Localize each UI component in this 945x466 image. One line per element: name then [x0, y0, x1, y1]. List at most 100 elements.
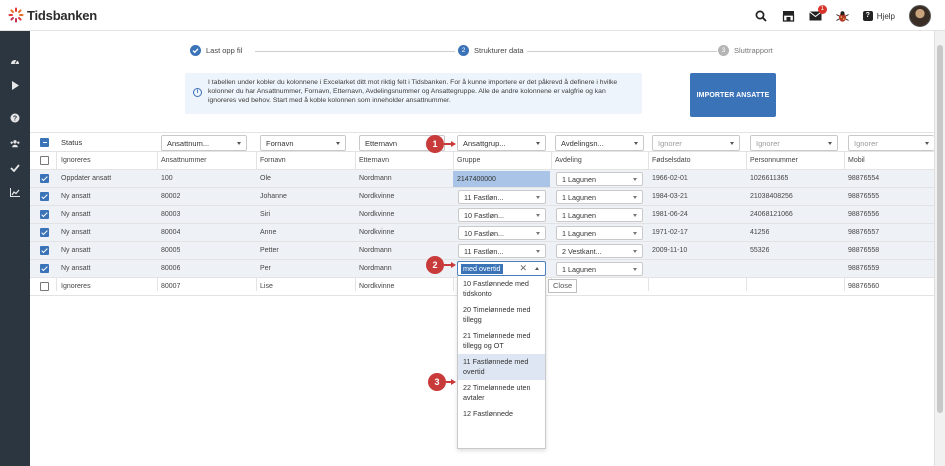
chevron-down-icon [633, 250, 637, 253]
help-circle-icon[interactable]: ? [10, 113, 20, 123]
group-select[interactable]: 11 Fastløn... [458, 244, 546, 258]
step-report[interactable]: 3 Sluttrapport [718, 45, 773, 56]
group-cell-highlight[interactable]: 2147400000 [453, 171, 550, 187]
chevron-down-icon [633, 196, 637, 199]
mail-icon[interactable]: 1 [808, 4, 827, 23]
table-row: Ny ansatt 80005 Petter Nordmann 11 Fastl… [30, 242, 934, 260]
table-cell: 98876557 [848, 229, 880, 236]
chevron-down-icon [634, 142, 638, 145]
map-select-birthdate[interactable]: Ignorer [652, 135, 740, 151]
table-cell: 80007 [161, 283, 181, 290]
chevron-up-icon[interactable] [535, 267, 539, 270]
info-text: I tabellen under kobler du kolonnene i E… [208, 79, 618, 104]
department-select[interactable]: 1 Lagunen [556, 226, 643, 240]
help-icon: ? [862, 11, 873, 21]
sidebar: ? [0, 31, 30, 466]
table-cell: 80004 [161, 229, 181, 236]
dashboard-icon[interactable] [10, 55, 20, 65]
group-select[interactable]: 11 Fastløn... [458, 190, 546, 204]
row-checkbox[interactable] [40, 206, 49, 223]
callout-marker-3: 3 [428, 373, 446, 391]
group-select[interactable]: 10 Fastløn... [458, 208, 546, 222]
table-cell: Nordmann [359, 175, 392, 182]
row-checkbox[interactable] [40, 242, 49, 259]
group-option[interactable]: 12 Fastlønnede [458, 406, 545, 422]
department-select[interactable]: 1 Lagunen [556, 190, 643, 204]
map-select-first-name[interactable]: Fornavn [260, 135, 346, 151]
stepper-line [255, 51, 455, 52]
department-select[interactable]: 1 Lagunen [556, 208, 643, 222]
row-checkbox[interactable] [40, 170, 49, 187]
row-checkbox[interactable] [40, 152, 49, 169]
map-select-department[interactable]: Avdelingsn... [555, 135, 644, 151]
table-cell: Mobil [848, 157, 865, 164]
group-select[interactable]: 10 Fastløn... [458, 226, 546, 240]
chevron-down-icon [633, 268, 637, 271]
group-option[interactable]: 21 Timelønnede med tillegg og OT [458, 328, 545, 354]
department-select[interactable]: 1 Lagunen [556, 172, 643, 186]
table-cell: Ny ansatt [61, 247, 91, 254]
top-bar: Tidsbanken 1 ? Hjelp [0, 0, 945, 31]
table-cell: Lise [260, 283, 273, 290]
table-row: Ny ansatt 80003 Siri Nordkvinne 10 Fastl… [30, 206, 934, 224]
table-cell: 100 [161, 175, 173, 182]
table-cell: Gruppe [457, 157, 481, 164]
check-icon[interactable] [10, 163, 20, 173]
group-select-value: 10 Fastløn... [464, 228, 504, 238]
table-row: Oppdater ansatt 100 Ole Nordmann 2147400… [30, 170, 934, 188]
map-select-label: Avdelingsn... [561, 138, 604, 148]
page-scrollbar[interactable] [934, 31, 945, 466]
department-select-value: 1 Lagunen [562, 174, 596, 184]
import-employees-button[interactable]: IMPORTER ANSATTE [690, 73, 776, 117]
bug-icon[interactable] [836, 10, 849, 23]
map-select-placeholder: Ignorer [756, 138, 780, 148]
table-cell: Nordmann [359, 265, 392, 272]
clear-icon[interactable]: ✕ [519, 263, 527, 274]
table-cell: Nordkvinne [359, 283, 395, 290]
group-option[interactable]: 10 Fastlønnede med tidskonto [458, 276, 545, 302]
map-select-employee-group[interactable]: Ansattgrup... [457, 135, 546, 151]
map-select-mobile[interactable]: Ignorer [848, 135, 934, 151]
row-checkbox[interactable] [40, 188, 49, 205]
avatar[interactable] [909, 5, 931, 27]
chevron-down-icon [730, 142, 734, 145]
row-checkbox[interactable] [40, 278, 49, 295]
help-link[interactable]: ? Hjelp [862, 11, 895, 21]
step-check-icon [190, 45, 201, 56]
scrollbar-thumb[interactable] [937, 45, 943, 413]
step-structure[interactable]: 2 Strukturer data [458, 45, 524, 56]
department-select[interactable]: 2 Vestkant... [556, 244, 643, 258]
table-cell: 98876558 [848, 247, 880, 254]
chevron-down-icon [828, 142, 832, 145]
map-select-employee-number[interactable]: Ansattnum... [161, 135, 247, 151]
step-upload[interactable]: Last opp fil [190, 45, 242, 56]
chevron-down-icon [536, 232, 540, 235]
close-tooltip: Close [548, 279, 578, 293]
select-all-checkbox[interactable] [40, 133, 49, 151]
chart-icon[interactable] [10, 187, 20, 197]
step-number: 3 [718, 45, 729, 56]
group-select-search[interactable]: med overtid ✕ [457, 261, 546, 276]
logo[interactable]: Tidsbanken [8, 7, 97, 23]
store-icon[interactable] [782, 10, 795, 23]
chevron-down-icon [633, 214, 637, 217]
row-checkbox[interactable] [40, 224, 49, 241]
group-search-input[interactable]: med overtid [461, 264, 503, 274]
step-number: 2 [458, 45, 469, 56]
map-select-personal-number[interactable]: Ignorer [750, 135, 838, 151]
chevron-down-icon [336, 142, 340, 145]
table-cell: 24068121066 [750, 211, 793, 218]
row-checkbox[interactable] [40, 260, 49, 277]
department-select-value: 2 Vestkant... [562, 246, 602, 256]
group-option[interactable]: 20 Timelønnede med tillegg [458, 302, 545, 328]
table-row: Ny ansatt 80002 Johanne Nordkvinne 11 Fa… [30, 188, 934, 206]
search-icon[interactable] [755, 10, 768, 23]
users-icon[interactable] [10, 138, 20, 148]
step-label: Last opp fil [206, 46, 243, 55]
department-select[interactable]: 1 Lagunen [556, 262, 643, 276]
table-cell: 2009-11-10 [652, 247, 688, 254]
play-icon[interactable] [10, 80, 20, 90]
table-cell: 80002 [161, 193, 181, 200]
group-option[interactable]: 22 Timelønnede uten avtaler [458, 380, 545, 406]
group-option-highlighted[interactable]: 11 Fastlønnede med overtid [458, 354, 545, 380]
